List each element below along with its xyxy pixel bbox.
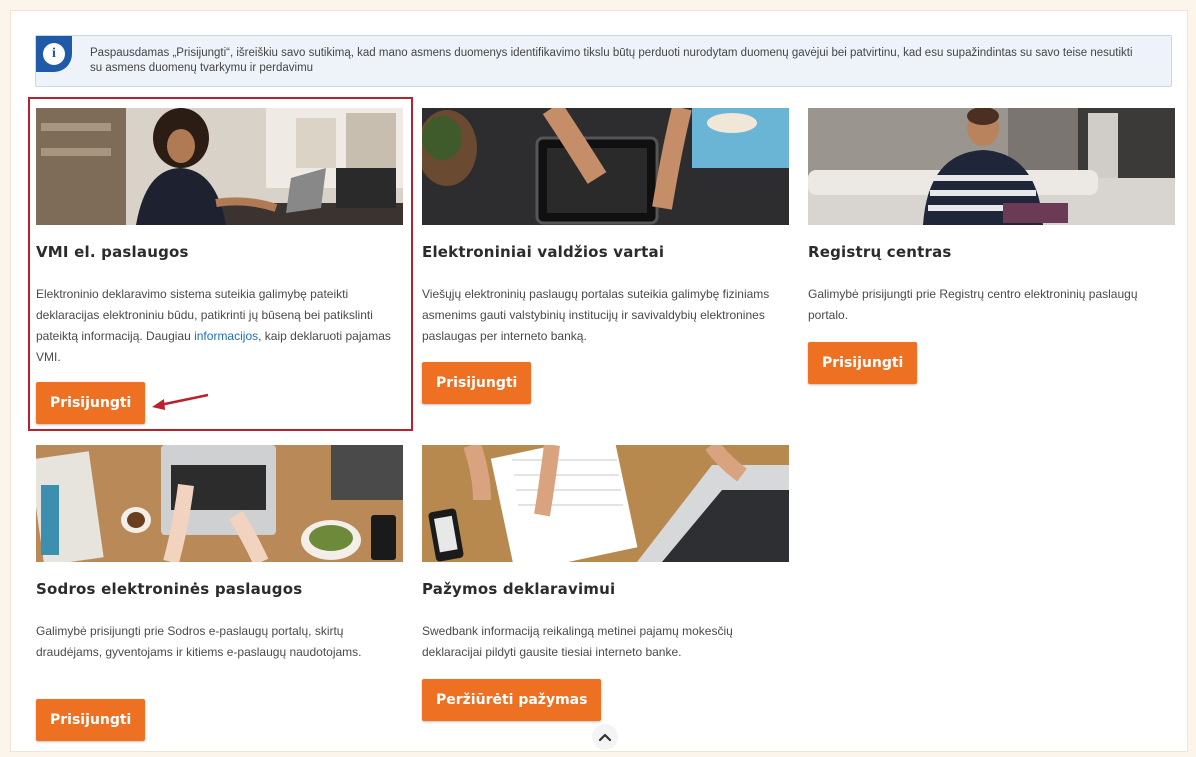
info-icon: i <box>36 36 72 72</box>
card-image-tablet <box>422 108 789 225</box>
card-sodra: Sodros elektroninės paslaugos Galimybė p… <box>36 445 403 745</box>
card-title: Sodros elektroninės paslaugos <box>36 580 303 598</box>
card-image-desk-laptop <box>36 445 403 562</box>
card-image-man-laptop <box>808 108 1175 225</box>
card-registru-centras: Registrų centras Galimybė prisijungti pr… <box>808 108 1175 388</box>
card-epaslaugos: Elektroniniai valdžios vartai Viešųjų el… <box>422 108 789 408</box>
card-description: Galimybė prisijungti prie Registrų centr… <box>808 287 1138 322</box>
card-title: Registrų centras <box>808 243 952 261</box>
card-description: Galimybė prisijungti prie Sodros e-pasla… <box>36 624 362 659</box>
scroll-top-button[interactable] <box>592 724 618 750</box>
login-button-registru-centras[interactable]: Prisijungti <box>808 342 918 384</box>
card-image-notebook-laptop <box>422 445 789 562</box>
view-certificates-button[interactable]: Peržiūrėti pažymas <box>422 679 602 721</box>
highlight-box <box>28 97 413 431</box>
card-title: Pažymos deklaravimui <box>422 580 616 598</box>
card-pazymos: Pažymos deklaravimui Swedbank informacij… <box>422 445 789 725</box>
login-button-sodra[interactable]: Prisijungti <box>36 699 146 741</box>
card-title: Elektroniniai valdžios vartai <box>422 243 665 261</box>
annotation-arrow-icon <box>152 393 209 410</box>
consent-notice: i Paspausdamas „Prisijungti“, išreiškiu … <box>35 35 1172 87</box>
login-button-epaslaugos[interactable]: Prisijungti <box>422 362 532 404</box>
card-description: Swedbank informaciją reikalingą metinei … <box>422 624 733 659</box>
card-description: Viešųjų elektroninių paslaugų portalas s… <box>422 287 770 343</box>
chevron-up-icon <box>598 733 612 742</box>
consent-notice-text: Paspausdamas „Prisijungti“, išreiškiu sa… <box>90 47 1133 74</box>
